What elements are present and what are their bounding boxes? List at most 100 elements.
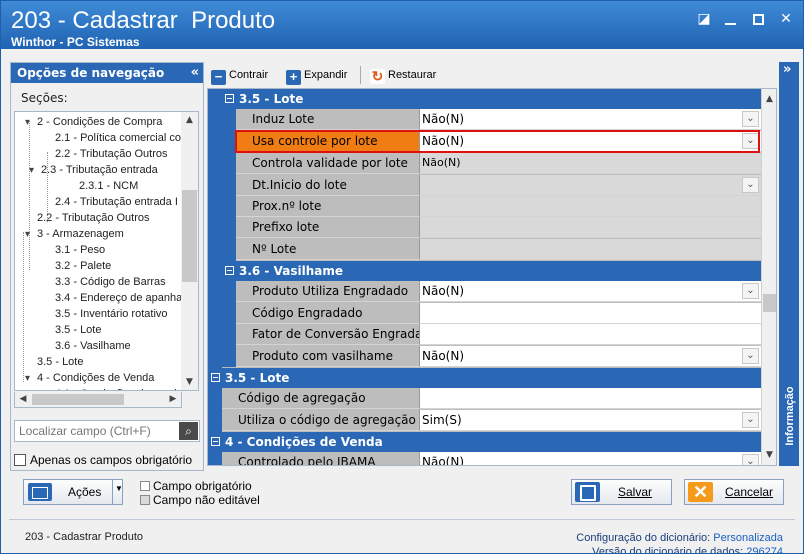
tree-item[interactable]: 3.5 - Inventário rotativo (43, 306, 168, 322)
tree-item[interactable]: 2.2 - Tributação Outros (25, 210, 150, 226)
grid-row[interactable]: Produto com vasilhame Não(N) ⌄ (208, 346, 761, 367)
grid-row-highlighted[interactable]: Usa controle por lote Não(N) ⌄ (208, 131, 761, 152)
cancel-x-icon: ✕ (688, 482, 713, 502)
tree-item[interactable]: ▾ 2.3 - Tributação entrada (29, 162, 158, 178)
grid-row-value[interactable] (419, 303, 761, 324)
restore-button[interactable]: ↻ Restaurar (370, 65, 436, 85)
chevron-down-icon[interactable]: ⌄ (742, 412, 759, 428)
grid-row[interactable]: Induz Lote Não(N) ⌄ (208, 109, 761, 130)
information-panel-tab[interactable]: » Informação (779, 62, 799, 466)
chevron-down-icon[interactable]: ⌄ (742, 133, 759, 149)
expand-button[interactable]: + Expandir (286, 65, 347, 85)
grid-row-value[interactable]: Não(N) ⌄ (419, 131, 761, 152)
horizontal-scroll-thumb[interactable] (32, 394, 124, 405)
tree-item[interactable]: 3.3 - Código de Barras (43, 274, 166, 290)
scroll-up-icon[interactable]: ▲ (181, 112, 198, 128)
collapse-box-icon[interactable] (211, 437, 220, 446)
sections-tree[interactable]: ▾ 2 - Condições de Compra 2.1 - Política c… (14, 111, 199, 391)
grid-scroll-thumb[interactable] (763, 294, 776, 312)
search-icon[interactable]: ⌕ (179, 422, 198, 440)
chevron-down-icon[interactable]: ⌄ (742, 111, 759, 127)
grid-row[interactable]: Utiliza o código de agregação Sim(S) ⌄ (208, 410, 761, 431)
scroll-up-icon[interactable]: ▲ (762, 91, 776, 107)
legend-required-label: Campo obrigatório (153, 479, 252, 493)
grid-row[interactable]: Fator de Conversão Engrada (208, 324, 761, 345)
grid-row[interactable]: Prefixo lote (208, 217, 761, 238)
actions-label: Ações (68, 485, 102, 499)
category-header[interactable]: 3.5 - Lote (208, 368, 761, 388)
grid-row[interactable]: Controlado pelo IBAMA Não(N) ⌄ (208, 452, 761, 465)
close-button[interactable]: ✕ (775, 9, 797, 31)
help-icon[interactable]: ◪ (693, 9, 715, 31)
tree-horizontal-scrollbar[interactable]: ◀ ▶ (14, 392, 182, 408)
tree-item[interactable]: 3.5 - Lote (25, 354, 83, 370)
grid-row[interactable]: Prox.nº lote (208, 196, 761, 217)
tree-item-label: 2 - Condições de Compra (37, 116, 163, 128)
tree-item[interactable]: ▾ 3 - Armazenagem (25, 226, 124, 242)
tree-item[interactable]: 3.1 - Peso (43, 242, 105, 258)
grid-row-value[interactable]: Não(N) ⌄ (419, 109, 761, 130)
grid-row[interactable]: Nº Lote (208, 239, 761, 260)
chevron-down-icon[interactable]: ⌄ (742, 454, 759, 465)
grid-row[interactable]: Controla validade por lote Não(N) (208, 153, 761, 174)
collapse-box-icon[interactable] (211, 373, 220, 382)
grid-vertical-scrollbar[interactable]: ▲ ▼ (761, 89, 776, 465)
scroll-right-icon[interactable]: ▶ (165, 392, 181, 407)
chevron-down-icon: ⌄ (742, 177, 759, 193)
expand-toggle-icon[interactable]: ▾ (25, 115, 37, 131)
tree-item[interactable]: ▾ 4 - Condições de Venda (25, 370, 154, 386)
grid-row-value[interactable]: Não(N) ⌄ (419, 281, 761, 302)
chevron-down-icon[interactable]: ⌄ (742, 348, 759, 364)
scroll-down-icon[interactable]: ▼ (181, 374, 198, 390)
navigation-panel: Opções de navegação « Seções: ▾ 2 - Condi… (10, 62, 204, 471)
grid-row[interactable]: Código de agregação (208, 388, 761, 409)
dropdown-arrow-icon[interactable]: ▼ (115, 484, 123, 493)
minimize-button[interactable] (719, 9, 741, 31)
category-header[interactable]: 3.6 - Vasilhame (208, 261, 761, 281)
tree-item[interactable]: 3.5 - Lote (43, 322, 101, 338)
tree-item[interactable]: 2.2 - Tributação Outros (43, 146, 168, 162)
collapse-button[interactable]: − Contrair (211, 65, 268, 85)
tree-item[interactable]: 3.2 - Palete (43, 258, 111, 274)
collapse-nav-icon[interactable]: « (191, 63, 199, 83)
grid-row[interactable]: Dt.Inicio do lote ⌄ (208, 175, 761, 196)
expand-toggle-icon[interactable]: ▾ (25, 227, 37, 243)
tree-item[interactable]: 3.6 - Vasilhame (43, 338, 131, 354)
tree-item-label: 3.4 - Endereço de apanha (55, 292, 181, 304)
toolbar-separator (360, 66, 361, 84)
tree-item[interactable]: 4.1 - Comissões de venda (43, 386, 181, 390)
tree-item[interactable]: 2.1 - Política comercial com (43, 130, 181, 146)
grid-row[interactable]: Produto Utiliza Engradado Não(N) ⌄ (208, 281, 761, 302)
collapse-box-icon[interactable] (225, 266, 234, 275)
grid-row-value[interactable]: Sim(S) ⌄ (419, 410, 761, 431)
tree-item[interactable]: ▾ 2 - Condições de Compra (25, 114, 162, 130)
search-input[interactable] (15, 421, 177, 441)
expand-toggle-icon[interactable]: ▾ (29, 163, 41, 179)
save-button[interactable]: Salvar (571, 479, 672, 505)
scroll-thumb[interactable] (182, 190, 197, 282)
tree-vertical-scrollbar[interactable]: ▲ ▼ (181, 112, 198, 390)
scroll-left-icon[interactable]: ◀ (15, 392, 31, 407)
expand-toggle-icon[interactable]: ▾ (25, 371, 37, 387)
grid-row-value[interactable]: Não(N) ⌄ (419, 346, 761, 367)
expand-info-icon[interactable]: » (783, 62, 791, 77)
status-divider (9, 519, 795, 520)
category-header[interactable]: 3.5 - Lote (208, 89, 761, 109)
grid-row-value[interactable] (419, 324, 761, 345)
collapse-box-icon[interactable] (225, 94, 234, 103)
cancel-button[interactable]: ✕ Cancelar (684, 479, 784, 505)
scroll-down-icon[interactable]: ▼ (762, 447, 776, 463)
grid-row-value[interactable]: Não(N) ⌄ (419, 452, 761, 465)
tree-item[interactable]: 2.4 - Tributação entrada I (43, 194, 178, 210)
only-required-checkbox[interactable] (14, 454, 26, 466)
title-bar: 203 - Cadastrar Produto Winthor - PC Sis… (1, 1, 803, 49)
maximize-button[interactable] (747, 9, 769, 31)
chevron-down-icon[interactable]: ⌄ (742, 283, 759, 299)
category-header[interactable]: 4 - Condições de Venda (208, 432, 761, 452)
actions-button[interactable]: Ações ▼ (23, 479, 123, 505)
grid-row-value[interactable] (419, 388, 761, 409)
only-required-toggle[interactable]: Apenas os campos obrigatório (14, 453, 192, 467)
tree-item[interactable]: 3.4 - Endereço de apanha (43, 290, 181, 306)
tree-item[interactable]: 2.3.1 - NCM (67, 178, 138, 194)
grid-row[interactable]: Código Engradado (208, 303, 761, 324)
